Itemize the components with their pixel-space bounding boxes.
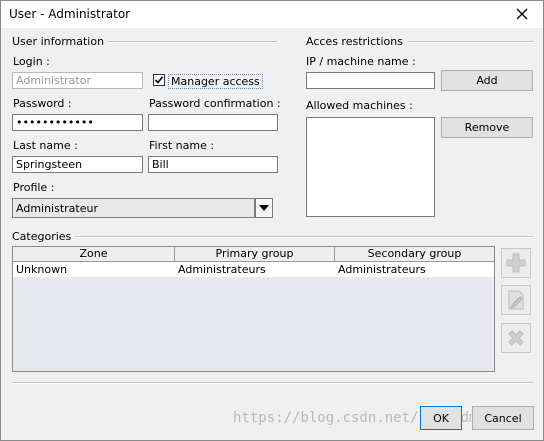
allowed-machines-label: Allowed machines : [306, 99, 413, 112]
manager-access-checkbox[interactable] [153, 74, 165, 86]
login-label: Login : [13, 55, 50, 68]
ok-button[interactable]: OK [420, 406, 462, 430]
last-name-label: Last name : [13, 139, 78, 152]
column-header-secondary-group[interactable]: Secondary group [335, 247, 494, 262]
access-title: Acces restrictions [306, 35, 407, 48]
password-label: Password : [13, 97, 72, 110]
ip-label: IP / machine name : [306, 55, 416, 68]
edit-icon [508, 290, 524, 310]
remove-button[interactable]: Remove [441, 117, 533, 138]
table-cell-secondary-group: Administrateurs [338, 263, 426, 276]
profile-select[interactable]: Administrateur [12, 198, 255, 218]
profile-label: Profile : [13, 181, 55, 194]
chevron-down-icon [259, 205, 269, 211]
close-icon [516, 8, 528, 20]
login-field[interactable]: Administrator [12, 72, 143, 89]
column-header-zone[interactable]: Zone [13, 247, 175, 262]
cancel-button[interactable]: Cancel [472, 406, 534, 430]
categories-table[interactable]: Zone Primary group Secondary group Unkno… [12, 246, 495, 372]
first-name-field[interactable]: Bill [148, 156, 278, 173]
user-info-rule [97, 41, 277, 43]
add-button[interactable]: Add [441, 70, 533, 91]
profile-value: Administrateur [16, 202, 98, 215]
user-info-title: User information [12, 35, 109, 48]
column-header-primary-group[interactable]: Primary group [175, 247, 335, 262]
dialog-window: User - Administrator User information Lo… [0, 0, 544, 441]
allowed-machines-list[interactable] [306, 117, 435, 217]
add-category-button[interactable] [501, 248, 531, 278]
first-name-label: First name : [149, 139, 215, 152]
profile-dropdown-button[interactable] [255, 198, 273, 218]
title-bar: User - Administrator [1, 1, 543, 28]
window-title: User - Administrator [9, 7, 131, 21]
manager-access-label[interactable]: Manager access [168, 74, 263, 89]
categories-title: Categories [12, 230, 76, 243]
access-rule [399, 41, 534, 43]
ip-field[interactable] [306, 72, 435, 89]
table-row[interactable]: Unknown Administrateurs Administrateurs [13, 262, 494, 277]
edit-category-button[interactable] [501, 285, 531, 315]
password-confirm-label: Password confirmation : [149, 97, 281, 110]
categories-rule [71, 236, 533, 238]
delete-icon [508, 330, 524, 346]
footer-divider [12, 382, 534, 384]
plus-icon [506, 253, 526, 273]
table-cell-zone: Unknown [16, 263, 68, 276]
password-confirm-field[interactable] [148, 114, 278, 131]
check-icon [154, 76, 164, 84]
last-name-field[interactable]: Springsteen [12, 156, 143, 173]
table-cell-primary-group: Administrateurs [178, 263, 266, 276]
password-field[interactable]: •••••••••••• [12, 114, 143, 131]
close-button[interactable] [507, 3, 537, 25]
delete-category-button[interactable] [501, 323, 531, 353]
